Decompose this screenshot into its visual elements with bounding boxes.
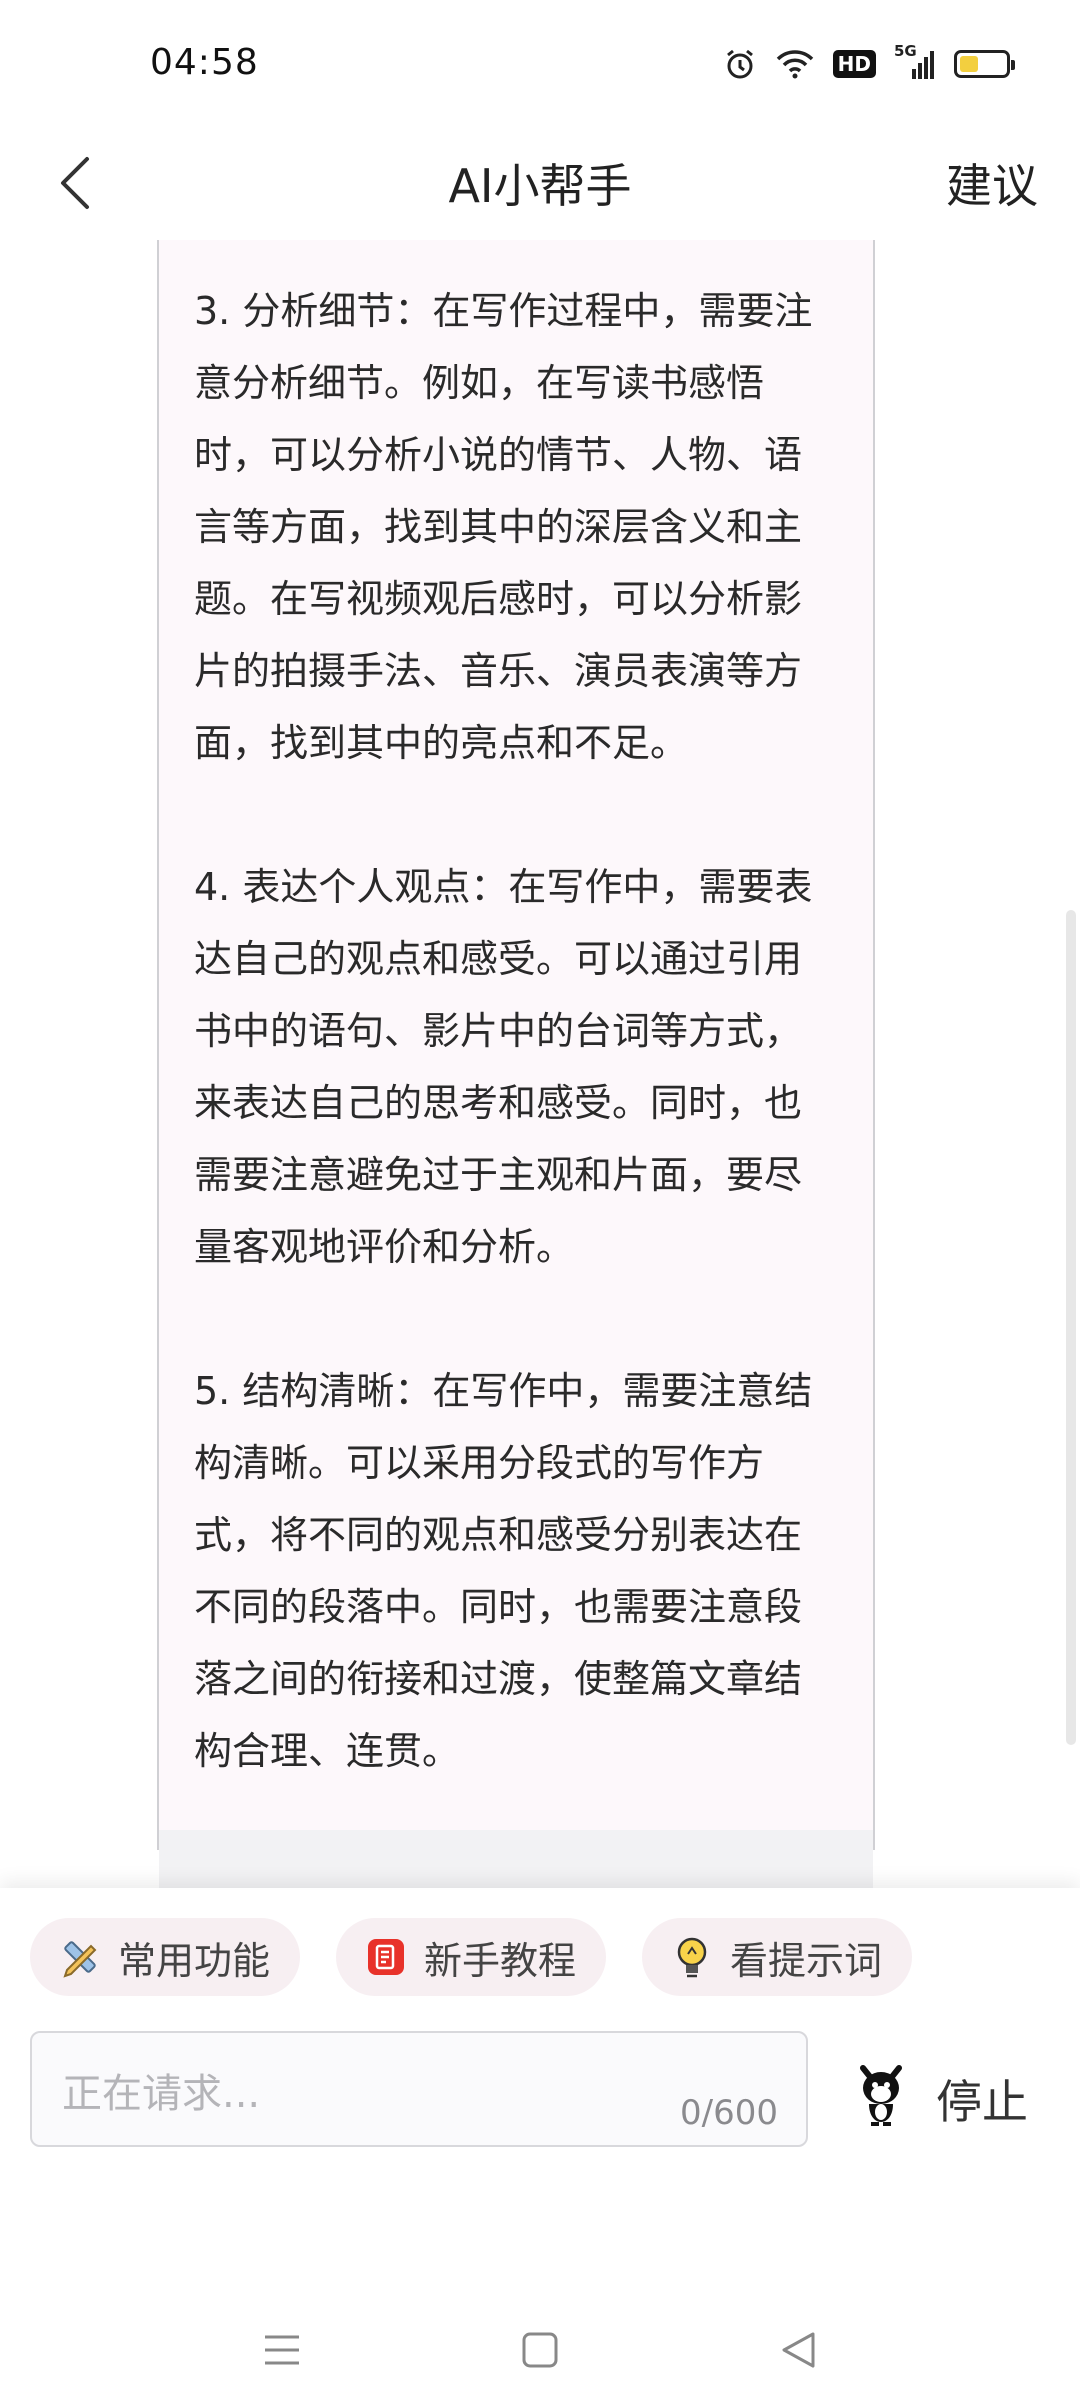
message-text: 3. 分析细节：在写作过程中，需要注意分析细节。例如，在写读书感悟时，可以分析小… bbox=[194, 289, 813, 1773]
status-time: 04:58 bbox=[150, 42, 259, 83]
input-placeholder: 正在请求... bbox=[62, 2071, 261, 2117]
header: AI小帮手 建议 bbox=[0, 130, 1080, 240]
message-footer bbox=[159, 1830, 873, 1890]
scrollbar[interactable] bbox=[1066, 910, 1076, 1745]
home-square-icon bbox=[522, 2332, 558, 2368]
chat-area[interactable]: 3. 分析细节：在写作过程中，需要注意分析细节。例如，在写读书感悟时，可以分析小… bbox=[0, 240, 1080, 1890]
status-icons: HD 5G bbox=[723, 42, 1015, 82]
wifi-icon bbox=[775, 46, 815, 82]
tutorial-label: 新手教程 bbox=[424, 1938, 577, 1983]
menu-nav-button[interactable] bbox=[252, 2320, 312, 2380]
pencil-ruler-icon bbox=[56, 1933, 104, 1981]
char-counter: 0/600 bbox=[680, 2093, 778, 2133]
back-triangle-icon bbox=[782, 2332, 815, 2368]
home-nav-button[interactable] bbox=[510, 2320, 570, 2380]
status-bar: 04:58 HD 5G bbox=[0, 0, 1080, 130]
menu-icon bbox=[265, 2335, 299, 2365]
tutorial-chip[interactable]: 新手教程 bbox=[336, 1918, 607, 1996]
hd-badge: HD bbox=[832, 50, 876, 78]
quick-actions: 常用功能 新手教程 看提示词 bbox=[30, 1918, 913, 1996]
page-title: AI小帮手 bbox=[448, 159, 632, 213]
common-functions-label: 常用功能 bbox=[118, 1938, 271, 1983]
network-label: 5G bbox=[894, 42, 917, 60]
view-prompts-label: 看提示词 bbox=[730, 1938, 883, 1983]
signal-icon: 5G bbox=[894, 42, 936, 82]
mascot-icon bbox=[853, 2058, 909, 2128]
common-functions-chip[interactable]: 常用功能 bbox=[30, 1918, 301, 1996]
suggest-button[interactable]: 建议 bbox=[946, 150, 1038, 216]
tutorial-book-icon bbox=[362, 1933, 410, 1981]
message-input[interactable]: 正在请求... 0/600 bbox=[30, 2031, 808, 2147]
battery-icon bbox=[954, 46, 1015, 82]
ai-message-bubble: 3. 分析细节：在写作过程中，需要注意分析细节。例如，在写读书感悟时，可以分析小… bbox=[157, 240, 875, 1890]
system-nav-bar bbox=[0, 2300, 1080, 2400]
view-prompts-chip[interactable]: 看提示词 bbox=[642, 1918, 913, 1996]
back-nav-button[interactable] bbox=[768, 2320, 828, 2380]
alarm-icon bbox=[723, 46, 757, 82]
lightbulb-icon bbox=[668, 1933, 716, 1981]
stop-button[interactable]: 停止 bbox=[936, 2066, 1028, 2132]
